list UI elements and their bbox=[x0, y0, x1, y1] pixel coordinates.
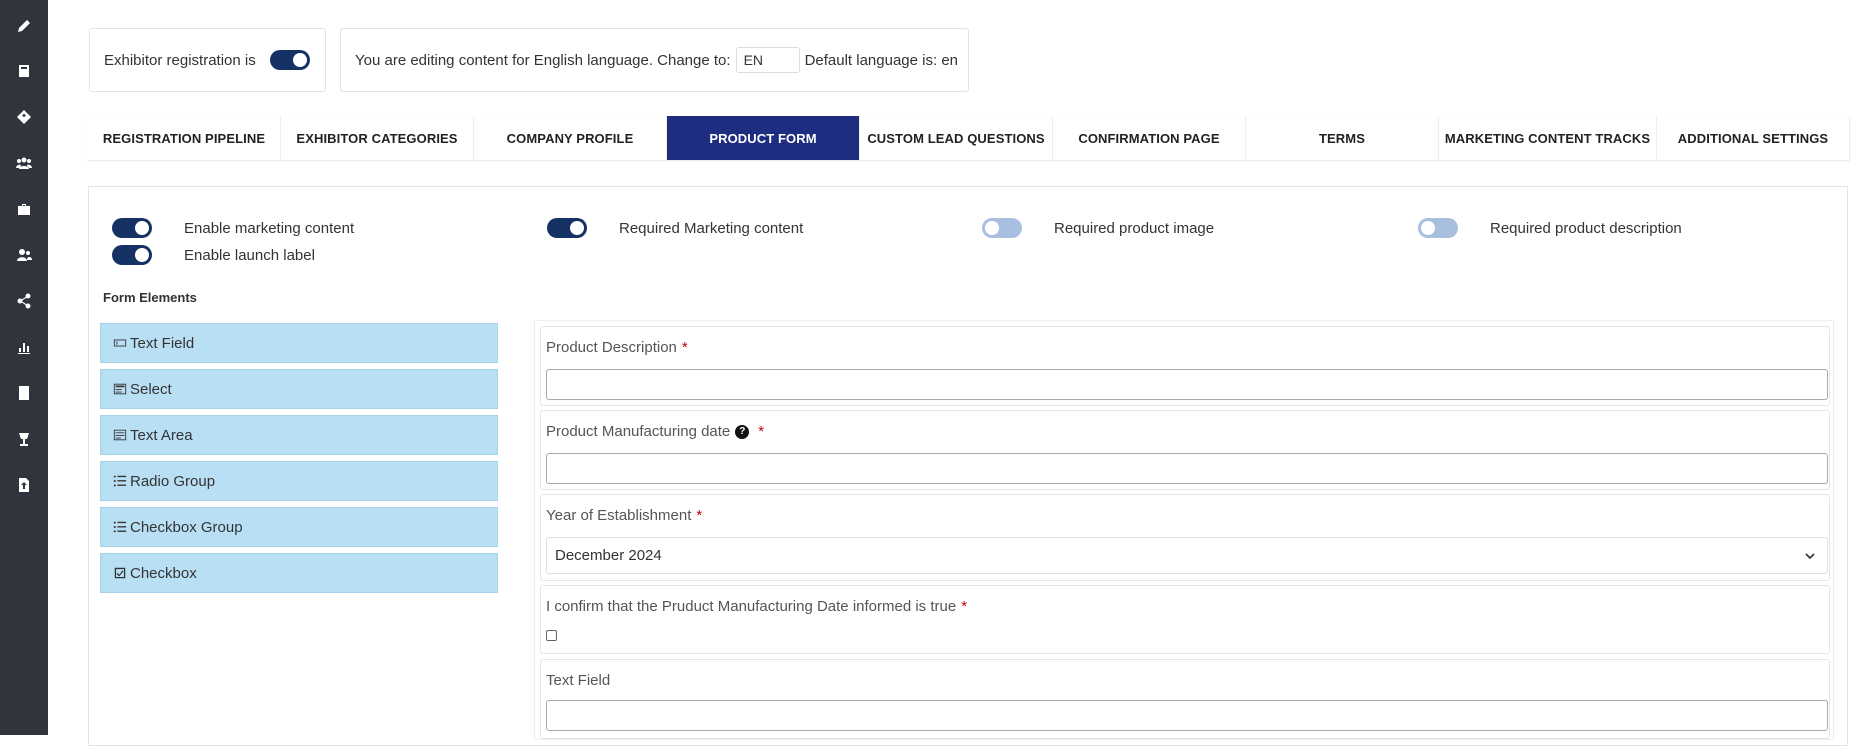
element-checkbox[interactable]: Checkbox bbox=[100, 553, 498, 593]
option-enable-marketing-content: Enable marketing content bbox=[112, 218, 354, 238]
element-label: Radio Group bbox=[130, 472, 216, 490]
product-description-input[interactable] bbox=[546, 369, 1828, 400]
year-of-establishment-select[interactable]: December 2024 bbox=[546, 537, 1828, 574]
share-icon[interactable] bbox=[14, 291, 34, 311]
enable-launch-label-toggle[interactable] bbox=[112, 245, 152, 265]
lamp-icon[interactable] bbox=[14, 429, 34, 449]
book-icon[interactable] bbox=[14, 61, 34, 81]
users-icon[interactable] bbox=[14, 245, 34, 265]
option-enable-launch-label: Enable launch label bbox=[112, 245, 315, 265]
tab-additional-settings[interactable]: ADDITIONAL SETTINGS bbox=[1657, 116, 1850, 160]
radio-group-icon bbox=[113, 475, 127, 487]
element-checkbox-group[interactable]: Checkbox Group bbox=[100, 507, 498, 547]
option-label: Required product description bbox=[1490, 219, 1682, 237]
chevron-down-icon bbox=[1805, 552, 1815, 559]
option-required-product-description: Required product description bbox=[1418, 218, 1682, 238]
option-label: Enable marketing content bbox=[184, 219, 355, 237]
field-label-row: Product Description * bbox=[546, 339, 688, 356]
text-field-input[interactable] bbox=[546, 700, 1828, 731]
required-marker: * bbox=[696, 507, 703, 524]
registration-box: Exhibitor registration is bbox=[89, 28, 326, 92]
document-icon[interactable] bbox=[14, 383, 34, 403]
bar-chart-icon[interactable] bbox=[14, 337, 34, 357]
enable-marketing-content-toggle[interactable] bbox=[112, 218, 152, 238]
form-field-manufacturing-date: Product Manufacturing date ? * bbox=[540, 410, 1830, 490]
registration-label: Exhibitor registration is bbox=[104, 51, 256, 69]
required-marketing-content-toggle[interactable] bbox=[547, 218, 587, 238]
element-label: Text Field bbox=[130, 334, 195, 352]
tab-registration-pipeline[interactable]: REGISTRATION PIPELINE bbox=[88, 116, 281, 160]
help-icon[interactable]: ? bbox=[735, 424, 750, 439]
default-language-text: Default language is: en bbox=[804, 51, 959, 69]
required-product-image-toggle[interactable] bbox=[982, 218, 1022, 238]
form-field-confirm-date: I confirm that the Pruduct Manufacturing… bbox=[540, 585, 1830, 654]
form-field-product-description: Product Description * bbox=[540, 326, 1830, 406]
tab-confirmation-page[interactable]: CONFIRMATION PAGE bbox=[1053, 116, 1246, 160]
required-marker: * bbox=[758, 423, 765, 440]
field-label-row: Product Manufacturing date ? * bbox=[546, 423, 764, 440]
field-label: Product Manufacturing date bbox=[546, 423, 731, 440]
language-code-input[interactable]: EN bbox=[735, 47, 800, 73]
checkbox-group-icon bbox=[113, 521, 127, 533]
language-editing-text: You are editing content for English lang… bbox=[355, 51, 731, 69]
field-label: I confirm that the Pruduct Manufacturing… bbox=[546, 598, 957, 615]
pencil-icon[interactable] bbox=[14, 16, 34, 36]
tab-company-profile[interactable]: COMPANY PROFILE bbox=[474, 116, 667, 160]
element-label: Checkbox Group bbox=[130, 518, 243, 536]
language-box: You are editing content for English lang… bbox=[340, 28, 969, 92]
required-marker: * bbox=[681, 339, 688, 356]
checkbox-icon bbox=[114, 567, 126, 579]
form-field-text-field: Text Field bbox=[540, 659, 1830, 739]
manufacturing-date-input[interactable] bbox=[546, 453, 1828, 484]
option-required-marketing-content: Required Marketing content bbox=[547, 218, 803, 238]
element-label: Checkbox bbox=[130, 564, 197, 582]
form-elements-title: Form Elements bbox=[103, 290, 197, 305]
group-icon[interactable] bbox=[14, 153, 34, 173]
tab-terms[interactable]: TERMS bbox=[1246, 116, 1439, 160]
registration-toggle[interactable] bbox=[269, 50, 310, 70]
element-radio-group[interactable]: Radio Group bbox=[100, 461, 498, 501]
text-area-icon bbox=[113, 429, 127, 441]
element-label: Select bbox=[130, 380, 172, 398]
field-label-row: Year of Establishment * bbox=[546, 507, 702, 524]
element-text-area[interactable]: Text Area bbox=[100, 415, 498, 455]
field-label: Year of Establishment bbox=[546, 507, 692, 524]
file-upload-icon[interactable] bbox=[14, 475, 34, 495]
element-label: Text Area bbox=[130, 426, 193, 444]
main-content: Exhibitor registration is You are editin… bbox=[48, 0, 1854, 746]
required-marker: * bbox=[961, 598, 968, 615]
text-field-icon bbox=[113, 339, 127, 347]
briefcase-icon[interactable] bbox=[14, 199, 34, 219]
element-select[interactable]: Select bbox=[100, 369, 498, 409]
tab-bar: REGISTRATION PIPELINE EXHIBITOR CATEGORI… bbox=[88, 116, 1850, 161]
option-required-product-image: Required product image bbox=[982, 218, 1214, 238]
field-label-row: Text Field bbox=[546, 672, 610, 689]
form-field-year-of-establishment: Year of Establishment * December 2024 bbox=[540, 494, 1830, 581]
select-icon bbox=[113, 383, 127, 395]
tab-marketing-content-tracks[interactable]: MARKETING CONTENT TRACKS bbox=[1439, 116, 1657, 160]
select-value: December 2024 bbox=[555, 547, 662, 564]
tab-exhibitor-categories[interactable]: EXHIBITOR CATEGORIES bbox=[281, 116, 474, 160]
option-label: Required Marketing content bbox=[619, 219, 804, 237]
tag-icon[interactable] bbox=[14, 107, 34, 127]
tab-product-form[interactable]: PRODUCT FORM bbox=[667, 116, 860, 160]
field-label: Product Description bbox=[546, 339, 677, 356]
confirm-date-checkbox[interactable] bbox=[546, 630, 557, 641]
field-label: Text Field bbox=[546, 672, 611, 689]
element-text-field[interactable]: Text Field bbox=[100, 323, 498, 363]
sidebar bbox=[0, 0, 48, 735]
tab-custom-lead-questions[interactable]: CUSTOM LEAD QUESTIONS bbox=[860, 116, 1053, 160]
option-label: Enable launch label bbox=[184, 246, 315, 264]
required-product-description-toggle[interactable] bbox=[1418, 218, 1458, 238]
form-preview: Product Description * Product Manufactur… bbox=[534, 320, 1834, 740]
option-label: Required product image bbox=[1054, 219, 1215, 237]
field-label-row: I confirm that the Pruduct Manufacturing… bbox=[546, 598, 967, 615]
